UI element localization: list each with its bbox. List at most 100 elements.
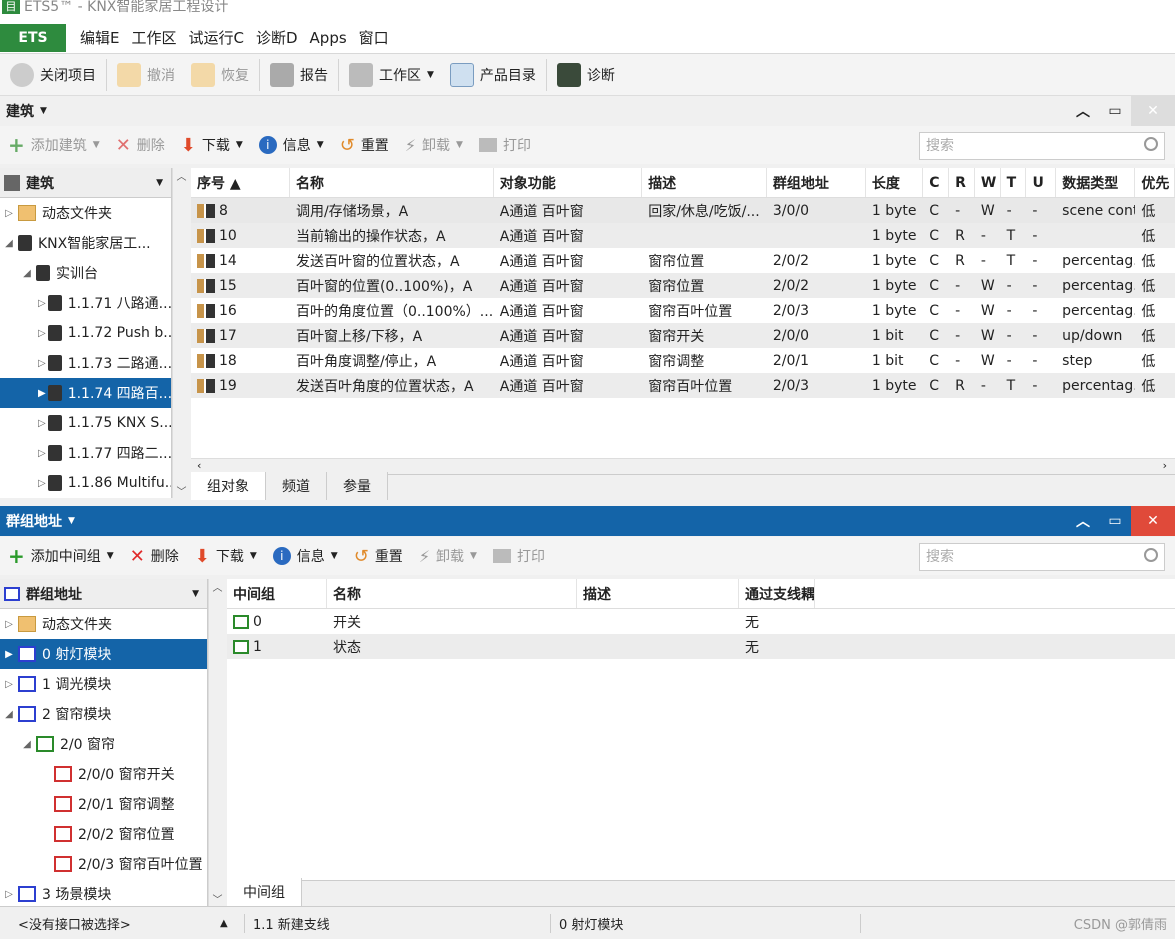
- download-button[interactable]: ⬇ 下载 ▼: [173, 135, 251, 156]
- expand-arrow-icon[interactable]: ▷: [2, 208, 16, 219]
- report-button[interactable]: 报告: [262, 57, 336, 93]
- tree-item[interactable]: ▷ 3 场景模块: [0, 879, 207, 906]
- menu-workspace[interactable]: 工作区: [125, 27, 182, 48]
- tree-item[interactable]: ▷ 1.1.73 二路通...: [0, 348, 171, 378]
- column-header[interactable]: 长度: [866, 168, 924, 197]
- tree-item[interactable]: ▷ 1.1.77 四路二...: [0, 438, 171, 468]
- menu-commissioning[interactable]: 试运行C: [183, 27, 250, 48]
- expand-arrow-icon[interactable]: ▷: [38, 478, 46, 489]
- expand-arrow-icon[interactable]: ▷: [2, 619, 16, 630]
- scroll-down-icon[interactable]: ﹀: [173, 483, 190, 498]
- reset-button[interactable]: ↺ 重置: [332, 135, 397, 156]
- column-header[interactable]: 优先: [1135, 168, 1175, 197]
- column-header[interactable]: C: [923, 168, 950, 197]
- building-panel-header[interactable]: 建筑 ▼ ︿ ▭ ✕: [0, 96, 1175, 126]
- print-button[interactable]: 打印: [485, 546, 553, 566]
- tree-item[interactable]: ▷ 1.1.71 八路通...: [0, 288, 171, 318]
- table-hscrollbar[interactable]: ‹ ›: [191, 458, 1175, 472]
- menu-window[interactable]: 窗口: [353, 27, 395, 48]
- column-header[interactable]: 中间组: [227, 579, 327, 608]
- column-header[interactable]: 数据类型: [1056, 168, 1136, 197]
- diagnostics-button[interactable]: 诊断: [549, 57, 623, 93]
- info-button[interactable]: i 信息 ▼: [251, 135, 332, 155]
- table-row[interactable]: 8 调用/存储场景，A A通道 百叶窗 回家/休息/吃饭/... 3/0/0 1 byte…: [191, 198, 1175, 223]
- column-header[interactable]: 通过支线耦: [739, 579, 815, 608]
- collapse-icon[interactable]: ︿: [1067, 96, 1099, 126]
- ets-menu-button[interactable]: ETS: [0, 23, 66, 52]
- column-header[interactable]: 对象功能: [494, 168, 643, 197]
- tab-channels[interactable]: 频道: [266, 472, 327, 500]
- menu-diagnostics[interactable]: 诊断D: [250, 27, 304, 48]
- tree-item[interactable]: ▷ 1.1.72 Push b...: [0, 318, 171, 348]
- tree-item[interactable]: ▶ 0 射灯模块: [0, 639, 207, 669]
- redo-button[interactable]: 恢复: [183, 57, 257, 93]
- catalog-button[interactable]: 产品目录: [442, 57, 544, 93]
- tab-group-objects[interactable]: 组对象: [191, 472, 266, 500]
- tree-item[interactable]: ◢ 2 窗帘模块: [0, 699, 207, 729]
- tree-item[interactable]: ▷ 1 调光模块: [0, 669, 207, 699]
- scroll-left-icon[interactable]: ‹: [197, 459, 201, 472]
- tree-item[interactable]: ▷ 动态文件夹: [0, 609, 207, 639]
- interface-status[interactable]: <没有接口被选择>: [0, 914, 220, 933]
- group-tree-header[interactable]: 群组地址 ▼: [0, 579, 207, 609]
- table-row[interactable]: 1 状态 无: [227, 634, 1175, 659]
- column-header[interactable]: 描述: [577, 579, 739, 608]
- tab-parameters[interactable]: 参量: [327, 472, 388, 500]
- expand-arrow-icon[interactable]: ▷: [38, 448, 46, 459]
- group-search-input[interactable]: 搜索: [919, 543, 1165, 571]
- tree-item[interactable]: ▷ 动态文件夹: [0, 198, 171, 228]
- column-header[interactable]: 序号 ▲: [191, 168, 290, 197]
- add-middle-group-button[interactable]: + 添加中间组 ▼: [0, 544, 122, 568]
- table-row[interactable]: 19 发送百叶角度的位置状态，A A通道 百叶窗 窗帘百叶位置 2/0/3 1 byte C…: [191, 373, 1175, 398]
- add-building-button[interactable]: + 添加建筑 ▼: [0, 133, 108, 157]
- building-tree-scrollbar[interactable]: ︿ ﹀: [172, 168, 190, 498]
- collapse-icon[interactable]: ︿: [1067, 506, 1099, 536]
- tree-item[interactable]: ◢ KNX智能家居工...: [0, 228, 171, 258]
- close-project-button[interactable]: 关闭项目: [2, 57, 104, 93]
- undo-button[interactable]: 撤消: [109, 57, 183, 93]
- table-row[interactable]: 17 百叶窗上移/下移，A A通道 百叶窗 窗帘开关 2/0/0 1 bit C - W - - up…: [191, 323, 1175, 348]
- print-button[interactable]: 打印: [471, 135, 539, 155]
- close-icon[interactable]: ✕: [1131, 506, 1175, 536]
- scroll-down-icon[interactable]: ﹀: [209, 891, 226, 906]
- expand-arrow-icon[interactable]: ▷: [2, 889, 16, 900]
- column-header[interactable]: T: [1001, 168, 1027, 197]
- scroll-right-icon[interactable]: ›: [1163, 459, 1167, 472]
- tree-item[interactable]: ▶ 1.1.74 四路百...: [0, 378, 171, 408]
- expand-arrow-icon[interactable]: ▷: [38, 358, 46, 369]
- table-row[interactable]: 16 百叶的角度位置（0..100%）... A通道 百叶窗 窗帘百叶位置 2/0/3 1…: [191, 298, 1175, 323]
- menu-apps[interactable]: Apps: [304, 29, 353, 47]
- expand-arrow-icon[interactable]: ▷: [38, 418, 46, 429]
- chevron-up-icon[interactable]: ▲: [220, 918, 244, 929]
- table-row[interactable]: 10 当前输出的操作状态，A A通道 百叶窗 1 byte C R - T - 低: [191, 223, 1175, 248]
- expand-arrow-icon[interactable]: ◢: [2, 709, 16, 720]
- expand-arrow-icon[interactable]: ◢: [20, 739, 34, 750]
- reset-button[interactable]: ↺ 重置: [346, 546, 411, 567]
- column-header[interactable]: 名称: [327, 579, 577, 608]
- column-header[interactable]: 名称: [290, 168, 494, 197]
- delete-button[interactable]: ✕ 删除: [108, 135, 173, 156]
- tree-item[interactable]: ▷ 1.1.86 Multifu...: [0, 468, 171, 498]
- group-address-panel-header[interactable]: 群组地址 ▼ ︿ ▭ ✕: [0, 506, 1175, 536]
- expand-arrow-icon[interactable]: ▶: [2, 649, 16, 660]
- group-tree-scrollbar[interactable]: ︿ ﹀: [208, 579, 226, 906]
- workspace-button[interactable]: 工作区 ▼: [341, 57, 442, 93]
- table-row[interactable]: 18 百叶角度调整/停止，A A通道 百叶窗 窗帘调整 2/0/1 1 bit C - W - - s…: [191, 348, 1175, 373]
- unload-button[interactable]: ⚡ 卸载 ▼: [411, 546, 485, 566]
- delete-button[interactable]: ✕ 删除: [122, 546, 187, 567]
- table-row[interactable]: 0 开关 无: [227, 609, 1175, 634]
- close-icon[interactable]: ✕: [1131, 96, 1175, 126]
- expand-arrow-icon[interactable]: ▷: [2, 679, 16, 690]
- tab-middle-groups[interactable]: 中间组: [227, 878, 302, 906]
- expand-arrow-icon[interactable]: ◢: [2, 238, 16, 249]
- expand-arrow-icon[interactable]: ▷: [38, 328, 46, 339]
- table-row[interactable]: 14 发送百叶窗的位置状态，A A通道 百叶窗 窗帘位置 2/0/2 1 byte C R - T…: [191, 248, 1175, 273]
- tree-item[interactable]: ◢ 2/0 窗帘: [0, 729, 207, 759]
- column-header[interactable]: R: [949, 168, 975, 197]
- maximize-icon[interactable]: ▭: [1099, 96, 1131, 126]
- tree-item[interactable]: 2/0/2 窗帘位置: [0, 819, 207, 849]
- maximize-icon[interactable]: ▭: [1099, 506, 1131, 536]
- building-search-input[interactable]: 搜索: [919, 132, 1165, 160]
- unload-button[interactable]: ⚡ 卸载 ▼: [397, 135, 471, 155]
- column-header[interactable]: U: [1026, 168, 1057, 197]
